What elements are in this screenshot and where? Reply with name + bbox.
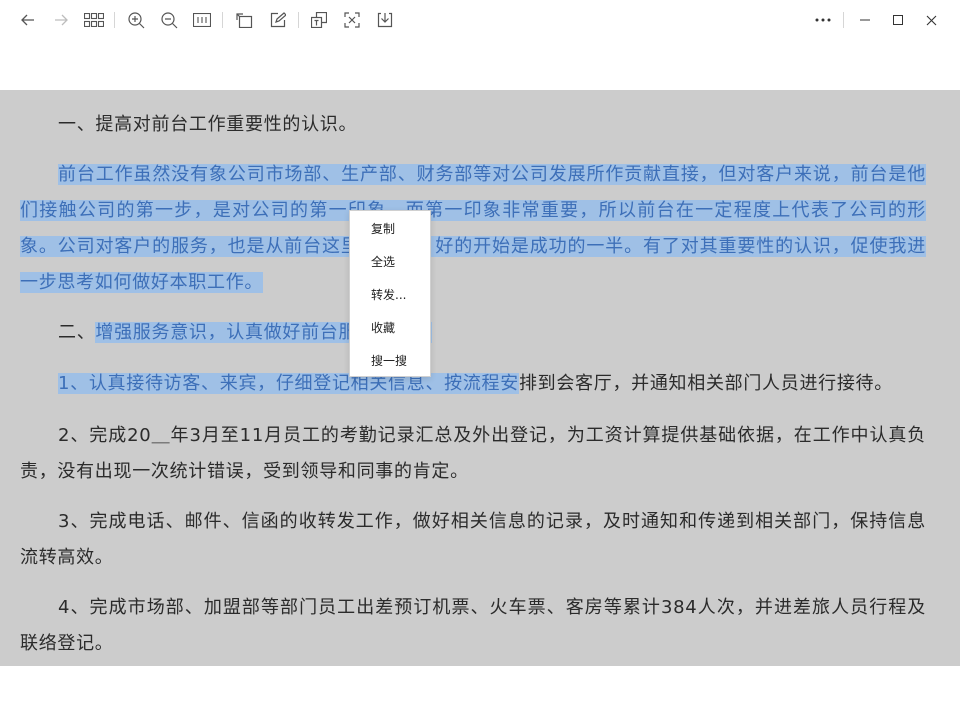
paragraph-text: 一、提高对前台工作重要性的认识。	[58, 114, 358, 135]
context-menu: 复制 全选 转发... 收藏 搜一搜	[349, 210, 431, 377]
document-page[interactable]: 一、提高对前台工作重要性的认识。 前台工作虽然没有象公司市场部、生产部、财务部等…	[0, 90, 960, 666]
minimize-icon[interactable]	[851, 6, 879, 34]
menu-item-copy[interactable]: 复制	[350, 213, 430, 246]
zoom-in-icon[interactable]	[122, 6, 150, 34]
paragraph-text: 2、完成20＿年3月至11月员工的考勤记录汇总及外出登记，为工资计算提供基础依据…	[20, 425, 926, 482]
zoom-out-icon[interactable]	[155, 6, 183, 34]
maximize-icon[interactable]	[884, 6, 912, 34]
paragraph-text: 4、完成市场部、加盟部等部门员工出差预订机票、火车票、客房等累计384人次，并进…	[20, 597, 926, 654]
menu-item-forward[interactable]: 转发...	[350, 279, 430, 312]
paragraph-text: 排到会客厅，并通知相关部门人员进行接待。	[518, 373, 893, 394]
scan-icon[interactable]	[338, 6, 366, 34]
rotate-icon[interactable]	[230, 6, 258, 34]
paragraph-heading-1: 一、提高对前台工作重要性的认识。	[20, 107, 926, 143]
menu-item-favorite[interactable]: 收藏	[350, 312, 430, 345]
more-icon[interactable]	[809, 6, 837, 34]
paragraph-item-4: 4、完成市场部、加盟部等部门员工出差预订机票、火车票、客房等累计384人次，并进…	[20, 590, 926, 662]
back-arrow-icon[interactable]	[14, 6, 42, 34]
paragraph-text: 二、	[58, 322, 96, 343]
edit-icon[interactable]	[264, 6, 292, 34]
forward-arrow-icon[interactable]	[47, 6, 75, 34]
copy-text-icon[interactable]	[305, 6, 333, 34]
selected-text: 1、认真接待访客、来宾，仔细登记相关信息、按流程安	[58, 373, 519, 394]
paragraph-selected: 前台工作虽然没有象公司市场部、生产部、财务部等对公司发展所作贡献直接，但对客户来…	[20, 157, 926, 301]
toolbar	[0, 0, 960, 40]
fit-width-icon[interactable]	[188, 6, 216, 34]
menu-item-search[interactable]: 搜一搜	[350, 345, 430, 378]
paragraph-item-2: 2、完成20＿年3月至11月员工的考勤记录汇总及外出登记，为工资计算提供基础依据…	[20, 418, 926, 490]
grid-icon[interactable]	[80, 6, 108, 34]
download-icon[interactable]	[371, 6, 399, 34]
paragraph-text: 3、完成电话、邮件、信函的收转发工作，做好相关信息的记录，及时通知和传递到相关部…	[20, 511, 926, 568]
toolbar-divider	[222, 12, 223, 28]
paragraph-item-1: 1、认真接待访客、来宾，仔细登记相关信息、按流程安排到会客厅，并通知相关部门人员…	[20, 366, 926, 402]
menu-item-select-all[interactable]: 全选	[350, 246, 430, 279]
close-icon[interactable]	[917, 6, 945, 34]
toolbar-divider	[843, 12, 844, 28]
paragraph-item-3: 3、完成电话、邮件、信函的收转发工作，做好相关信息的记录，及时通知和传递到相关部…	[20, 504, 926, 576]
selected-text: 前台工作虽然没有象公司市场部、生产部、财务部等对公司发展所作贡献直接，但对客户来…	[20, 164, 926, 293]
paragraph-heading-2: 二、增强服务意识，认真做好前台服务工作。	[20, 315, 926, 351]
toolbar-divider	[114, 12, 115, 28]
toolbar-divider	[298, 12, 299, 28]
